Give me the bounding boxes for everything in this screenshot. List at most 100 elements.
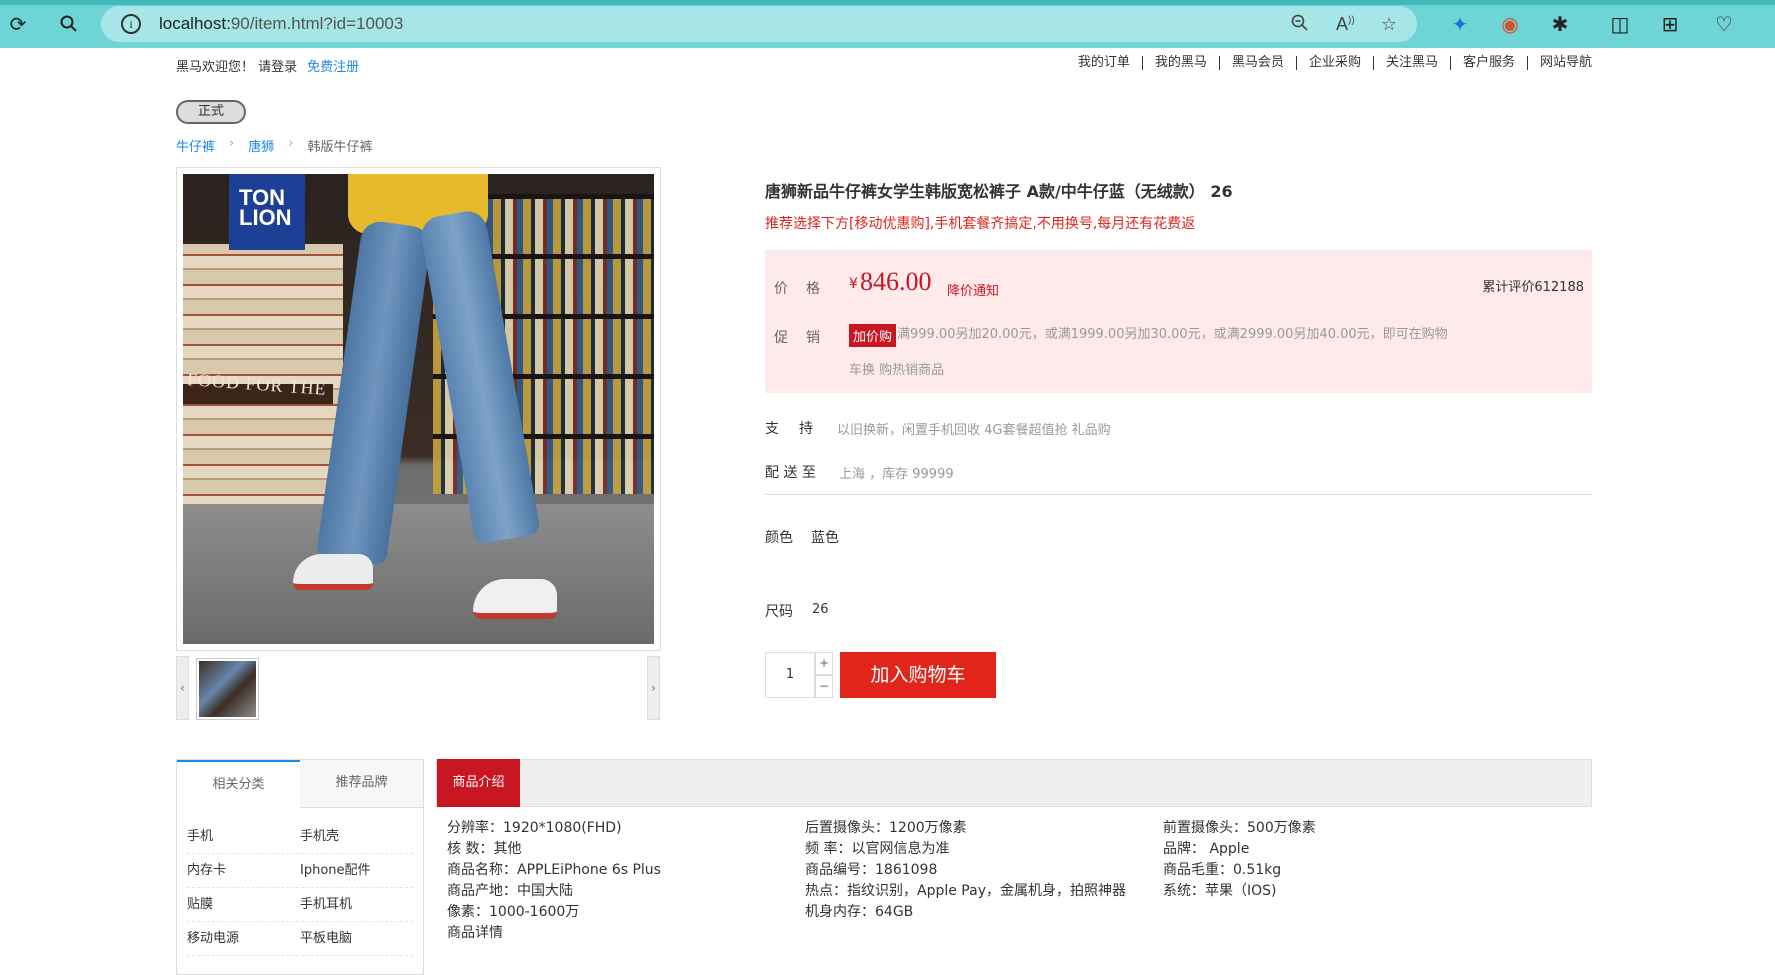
breadcrumb-brand[interactable]: 唐狮 [248, 136, 274, 155]
spec-item: 频 率：以官网信息为准 [805, 841, 950, 857]
spec-item: 像素：1000-1600万 [447, 904, 580, 920]
category-link[interactable]: 贴膜 [187, 888, 300, 921]
list-item: 手机 手机壳 [187, 820, 413, 854]
category-link[interactable]: Iphone配件 [300, 854, 413, 887]
spec-item: 系统：苹果（IOS) [1163, 883, 1277, 899]
search-icon[interactable] [55, 10, 83, 38]
shortcut-customer-service[interactable]: 客户服务 [1449, 56, 1527, 70]
list-item: 贴膜 手机耳机 [187, 888, 413, 922]
shortcut-site-nav[interactable]: 网站导航 [1526, 56, 1592, 70]
spec-item: 机身内存：64GB [805, 904, 914, 920]
logo-line-2: LION [239, 205, 292, 230]
tonlion-logo: TON LION [229, 174, 305, 250]
top-nav: 黑马欢迎您！ 请登录 免费注册 我的订单 我的黑马 黑马会员 企业采购 关注黑马 … [176, 56, 1592, 76]
category-link[interactable]: 手机耳机 [300, 888, 413, 921]
spec-column-2: 后置摄像头：1200万像素 频 率：以官网信息为准 商品编号：1861098 热… [805, 818, 1126, 923]
thumb-next-chevron-right-icon[interactable]: › [647, 656, 660, 720]
tab-related-categories[interactable]: 相关分类 [177, 760, 300, 808]
price-currency: ¥ [849, 276, 858, 292]
product-photo[interactable]: FOOD FOR THE TON LION [183, 174, 654, 644]
support-value: 以旧换新，闲置手机回收 4G套餐超值抢 礼品购 [837, 423, 1111, 438]
promo-description-cont: 车换 购热销商品 [849, 363, 945, 378]
category-link[interactable]: 内存卡 [187, 854, 300, 887]
refresh-icon[interactable]: ⟳ [4, 10, 32, 38]
site-info-icon[interactable]: i [121, 14, 141, 34]
color-option-blue[interactable]: 蓝色 [811, 527, 839, 547]
spec-item: 商品名称：APPLEiPhone 6s Plus [447, 862, 661, 878]
spec-column-3: 前置摄像头：500万像素 品牌： Apple 商品毛重：0.51kg 系统：苹果… [1163, 818, 1316, 902]
login-link[interactable]: 黑马欢迎您！ 请登录 [176, 60, 297, 75]
breadcrumb-current: 韩版牛仔裤 [307, 140, 373, 155]
category-link[interactable]: 手机 [187, 820, 300, 853]
zoom-icon[interactable] [1291, 14, 1309, 37]
welcome-area: 黑马欢迎您！ 请登录 免费注册 [176, 56, 359, 75]
extension-eye-icon[interactable]: ◉ [1496, 10, 1524, 38]
spec-item: 品牌： Apple [1163, 841, 1250, 857]
promo-text: 推荐选择下方[移动优惠购],手机套餐齐搞定,不用换号,每月还有花费返 [765, 216, 1196, 232]
spec-item: 商品毛重：0.51kg [1163, 862, 1282, 878]
support-label: 支持 [765, 421, 833, 437]
spec-item: 商品产地：中国大陆 [447, 883, 573, 899]
quantity-input[interactable]: 1 [765, 652, 815, 698]
spec-item: 商品编号：1861098 [805, 862, 938, 878]
formal-tag-button[interactable]: 正式 [176, 100, 246, 124]
list-item: 内存卡 Iphone配件 [187, 854, 413, 888]
shortcut-follow[interactable]: 关注黑马 [1372, 56, 1450, 70]
quantity-plus-button[interactable]: + [815, 652, 833, 675]
promo-description: 满999.00另加20.00元，或满1999.00另加30.00元，或满2999… [897, 327, 1448, 342]
breadcrumb-separator-icon: › [288, 136, 294, 151]
shortcut-my-orders[interactable]: 我的订单 [1066, 56, 1142, 70]
price-label: 价格 [774, 281, 838, 297]
photo-shoe-left [293, 554, 373, 590]
register-link[interactable]: 免费注册 [307, 60, 359, 75]
divider [765, 494, 1592, 495]
performance-heart-icon[interactable]: ♡ [1710, 10, 1738, 38]
spec-item: 热点：指纹识别，Apple Pay，金属机身，拍照神器 [805, 883, 1126, 899]
extension-bird-icon[interactable]: ✦ [1446, 10, 1474, 38]
ship-to-value[interactable]: 上海 ，库存 99999 [839, 463, 954, 482]
favorite-star-icon[interactable]: ☆ [1381, 14, 1397, 35]
thumbnail-image[interactable] [196, 658, 259, 720]
price-value: 846.00 [860, 267, 932, 296]
photo-shoe-right [473, 579, 557, 619]
spec-item: 分辨率：1920*1080(FHD) [447, 820, 622, 836]
add-price-badge: 加价购 [849, 324, 897, 347]
spec-item: 前置摄像头：500万像素 [1163, 820, 1316, 836]
thumbnail-preview [199, 661, 256, 717]
spec-item: 核 数：其他 [447, 841, 522, 857]
address-bar[interactable]: i localhost:90/item.html?id=10003 A)) ☆ [101, 6, 1417, 42]
breadcrumb-jeans[interactable]: 牛仔裤 [176, 136, 215, 155]
category-link[interactable]: 平板电脑 [300, 922, 413, 955]
breadcrumb: 牛仔裤 › 唐狮 › 韩版牛仔裤 [176, 136, 372, 155]
shortcut-my-heima[interactable]: 我的黑马 [1141, 56, 1219, 70]
add-to-cart-button[interactable]: 加入购物车 [840, 652, 996, 698]
category-link[interactable]: 移动电源 [187, 922, 300, 955]
size-option-26[interactable]: 26 [812, 602, 829, 617]
category-link[interactable]: 手机壳 [300, 820, 413, 853]
extensions-puzzle-icon[interactable]: ✱ [1546, 10, 1574, 38]
tab-product-intro[interactable]: 商品介绍 [437, 759, 520, 807]
read-aloud-icon[interactable]: A)) [1336, 14, 1355, 35]
ship-to-label: 配 送 至 [765, 465, 816, 481]
spec-item: 后置摄像头：1200万像素 [805, 820, 967, 836]
breadcrumb-separator-icon: › [229, 136, 235, 151]
product-image-frame: FOOD FOR THE TON LION [176, 167, 661, 651]
color-label: 颜色 [765, 530, 793, 546]
quantity-minus-button[interactable]: − [815, 675, 833, 698]
shortcut-enterprise[interactable]: 企业采购 [1295, 56, 1373, 70]
promo-label: 促销 [774, 330, 838, 346]
photo-floor [183, 504, 654, 644]
product-title: 唐狮新品牛仔裤女学生韩版宽松裤子 A款/中牛仔蓝（无绒款） 26 [765, 182, 1233, 201]
shortcut-membership[interactable]: 黑马会员 [1218, 56, 1296, 70]
shortcut-links: 我的订单 我的黑马 黑马会员 企业采购 关注黑马 客户服务 网站导航 [1066, 56, 1592, 70]
spec-column-1: 分辨率：1920*1080(FHD) 核 数：其他 商品名称：APPLEiPho… [447, 818, 661, 944]
review-count[interactable]: 累计评价612188 [1482, 276, 1584, 295]
thumb-prev-chevron-left-icon[interactable]: ‹ [176, 656, 189, 720]
thumbnail-strip: ‹ › [176, 656, 661, 720]
related-panel: 相关分类 推荐品牌 手机 手机壳 内存卡 Iphone配件 贴膜 手机耳机 移动电源平… [176, 759, 424, 975]
price-drop-notify-link[interactable]: 降价通知 [947, 280, 999, 299]
tab-recommended-brands[interactable]: 推荐品牌 [300, 760, 423, 808]
url-text[interactable]: localhost:90/item.html?id=10003 [159, 14, 403, 34]
split-screen-icon[interactable]: ◫ [1606, 10, 1634, 38]
collections-icon[interactable]: ⊞ [1656, 10, 1684, 38]
